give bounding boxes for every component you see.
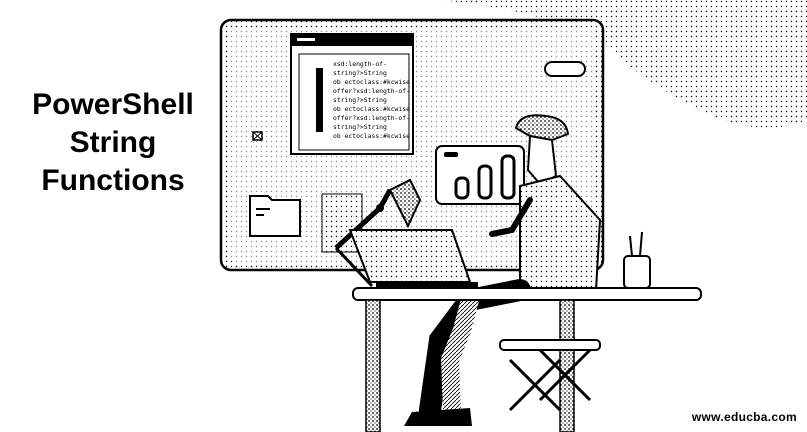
watermark: www.educba.com	[691, 410, 797, 424]
folder-icon	[249, 195, 301, 237]
code-line: ob ectoclass:#kcwise	[333, 132, 410, 140]
code-line: ob ectoclass:#kcwise	[333, 105, 410, 113]
code-line: string?>String	[333, 96, 387, 104]
code-line: xsd:length-of-	[333, 60, 387, 68]
code-window: xsd:length-of- string?>String ob ectocla…	[290, 33, 414, 155]
bar-chart-panel	[435, 145, 525, 205]
code-line: ob ectoclass:#kcwise	[333, 78, 410, 86]
scrollbar-icon	[316, 68, 323, 132]
code-line: string?>String	[333, 123, 387, 131]
chair	[499, 339, 601, 412]
code-line: string?>String	[333, 69, 387, 77]
desk	[352, 287, 702, 432]
plant-cup-icon	[623, 231, 651, 289]
illustration: xsd:length-of- string?>String ob ectocla…	[219, 0, 807, 432]
code-line: offer?xsd:length-of-	[333, 87, 410, 95]
pill-shape	[544, 61, 586, 77]
code-line: offer?xsd:length-of-	[333, 114, 410, 122]
